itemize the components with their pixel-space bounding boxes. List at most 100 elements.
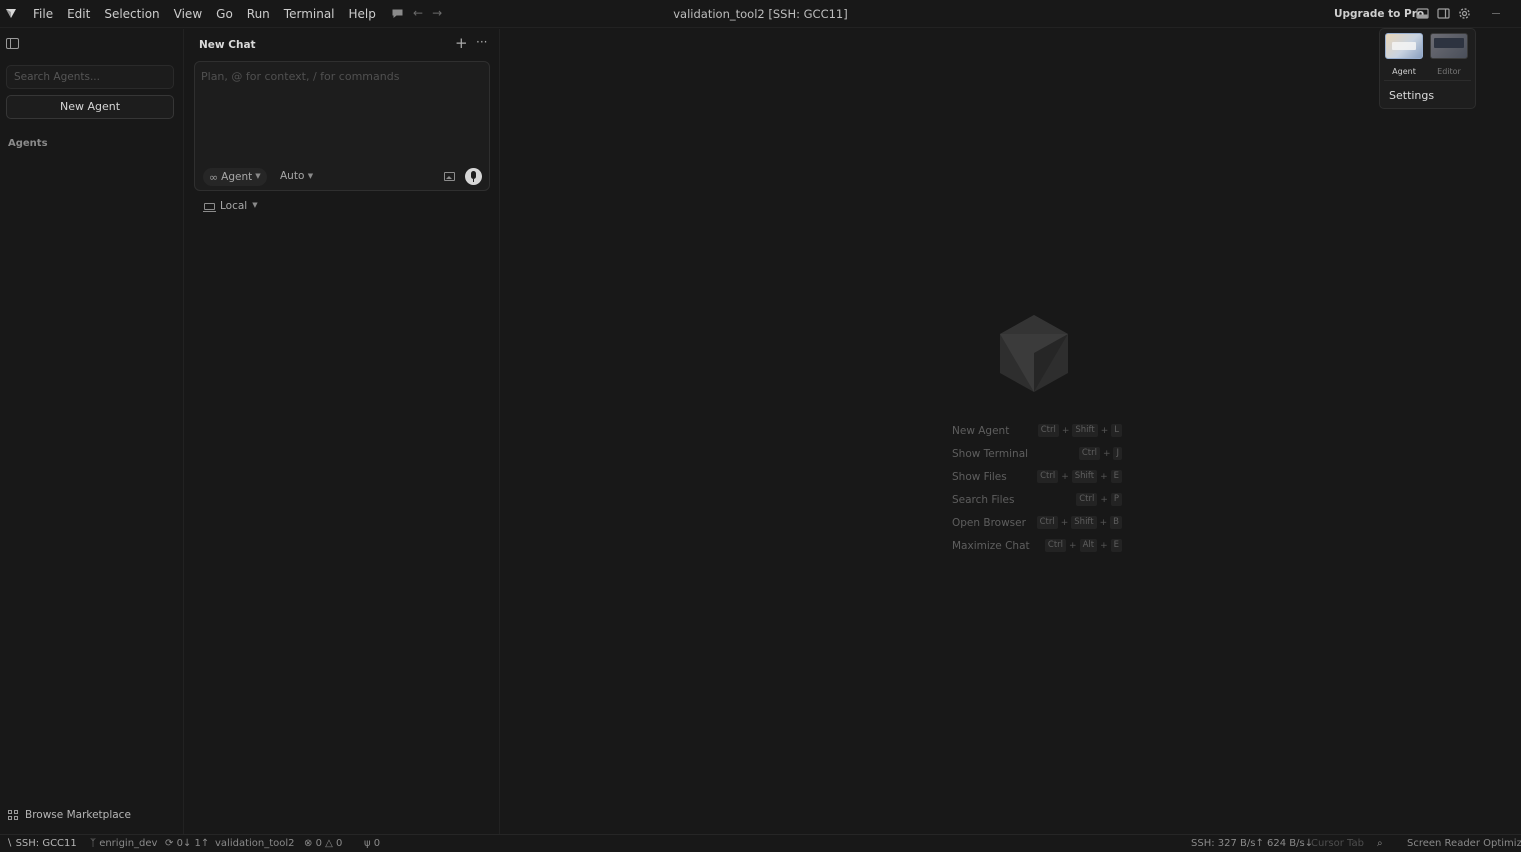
zoom-icon[interactable]: ⌕ xyxy=(1377,835,1383,852)
menu-help[interactable]: Help xyxy=(349,0,376,28)
cursor-logo-icon xyxy=(6,9,16,18)
key-separator: + xyxy=(1102,448,1111,459)
key-cap: E xyxy=(1110,539,1122,552)
more-options-icon[interactable]: ··· xyxy=(476,35,487,49)
shortcut-label: Show Files xyxy=(952,470,1007,483)
menu-bar: File Edit Selection View Go Run Terminal… xyxy=(33,0,390,28)
shortcut-label: Open Browser xyxy=(952,516,1026,529)
key-separator: + xyxy=(1061,471,1069,482)
mode-selector[interactable]: ∞ Agent ▼ xyxy=(203,168,267,186)
settings-gear-icon[interactable] xyxy=(1458,7,1471,20)
editor-layout-label: Editor xyxy=(1437,67,1461,76)
ports-indicator[interactable]: ψ 0 xyxy=(364,835,380,852)
browse-marketplace-label: Browse Marketplace xyxy=(25,809,131,821)
menu-go[interactable]: Go xyxy=(216,0,233,28)
chevron-down-icon: ▼ xyxy=(307,172,314,180)
key-cap: Ctrl xyxy=(1076,493,1098,506)
key-separator: + xyxy=(1099,517,1108,528)
folder-indicator[interactable]: validation_tool2 xyxy=(215,835,295,852)
back-arrow-icon[interactable]: ← xyxy=(413,6,423,20)
key-separator: + xyxy=(1100,471,1108,482)
layout-controls xyxy=(1416,7,1471,20)
branch-indicator[interactable]: ᛉ enrigin_dev xyxy=(90,835,157,852)
key-separator: + xyxy=(1100,540,1108,551)
key-cap: J xyxy=(1113,447,1122,460)
error-icon: ⊗ xyxy=(304,838,313,849)
layout-option-agent[interactable]: Agent xyxy=(1385,33,1423,76)
shortcut-keys: Ctrl + Shift + B xyxy=(1036,516,1122,529)
sidebar-toggle-icon[interactable] xyxy=(6,38,19,49)
microphone-icon[interactable] xyxy=(465,168,482,185)
key-cap: P xyxy=(1110,493,1122,506)
agent-layout-label: Agent xyxy=(1392,67,1416,76)
minimize-window-button[interactable] xyxy=(1492,13,1500,14)
forward-arrow-icon[interactable]: → xyxy=(432,6,442,20)
chat-composer[interactable]: Plan, @ for context, / for commands ∞ Ag… xyxy=(194,61,490,191)
toggle-secondary-sidebar-icon[interactable] xyxy=(1437,7,1450,20)
chat-bubble-icon[interactable] xyxy=(391,7,404,20)
chat-title: New Chat xyxy=(199,39,256,51)
attach-image-icon[interactable] xyxy=(444,172,455,181)
laptop-icon xyxy=(203,202,216,212)
search-agents-input[interactable] xyxy=(6,65,174,89)
chevron-down-icon: ▼ xyxy=(252,201,258,209)
shortcut-keys: Ctrl + Shift + L xyxy=(1037,424,1122,437)
sync-icon: ⟳ xyxy=(165,838,174,849)
problems-indicator[interactable]: ⊗ 0 △ 0 xyxy=(304,835,342,852)
key-cap: Shift xyxy=(1072,424,1098,437)
shortcut-row: Show Terminal Ctrl + J xyxy=(952,442,1122,465)
broadcast-icon: ψ xyxy=(364,838,371,849)
toggle-panel-icon[interactable] xyxy=(1416,7,1429,20)
menu-file[interactable]: File xyxy=(33,0,53,28)
key-cap: Ctrl xyxy=(1037,424,1059,437)
branch-label: enrigin_dev xyxy=(99,838,158,849)
remote-icon: ∖ xyxy=(6,838,13,849)
agents-sidebar: New Agent Agents Browse Marketplace xyxy=(0,29,184,834)
shortcut-label: New Agent xyxy=(952,424,1010,437)
menu-edit[interactable]: Edit xyxy=(67,0,90,28)
shortcut-keys: Ctrl + P xyxy=(1076,493,1122,506)
key-cap: Alt xyxy=(1079,539,1098,552)
cursor-tab-indicator[interactable]: Cursor Tab xyxy=(1311,835,1364,852)
menu-terminal[interactable]: Terminal xyxy=(284,0,335,28)
browse-marketplace-button[interactable]: Browse Marketplace xyxy=(8,809,131,821)
agent-layout-thumbnail xyxy=(1385,33,1423,59)
menu-view[interactable]: View xyxy=(174,0,202,28)
shortcut-label: Search Files xyxy=(952,493,1015,506)
new-chat-plus-icon[interactable]: + xyxy=(455,35,468,51)
warning-icon: △ xyxy=(325,838,333,849)
sync-label: 0↓ 1↑ xyxy=(176,838,210,849)
marketplace-grid-icon xyxy=(8,809,19,821)
editor-area: New Agent Ctrl + Shift + L Show Terminal C… xyxy=(501,29,1521,834)
key-cap: Ctrl xyxy=(1036,516,1058,529)
infinity-icon: ∞ xyxy=(209,170,219,184)
environment-selector[interactable]: Local ▼ xyxy=(203,200,258,212)
shortcut-row: Show Files Ctrl + Shift + E xyxy=(952,465,1122,488)
shortcut-label: Maximize Chat xyxy=(952,539,1030,552)
menu-selection[interactable]: Selection xyxy=(104,0,159,28)
upgrade-to-pro-button[interactable]: Upgrade to Pro xyxy=(1334,0,1424,28)
shortcut-row: Open Browser Ctrl + Shift + B xyxy=(952,511,1122,534)
remote-indicator[interactable]: ∖ SSH: GCC11 xyxy=(6,835,77,852)
shortcut-row: Search Files Ctrl + P xyxy=(952,488,1122,511)
popover-divider xyxy=(1384,80,1471,81)
new-agent-button[interactable]: New Agent xyxy=(6,95,174,119)
key-cap: Shift xyxy=(1071,470,1098,483)
ssh-traffic: SSH: 327 B/s↑ 624 B/s↓ xyxy=(1191,838,1314,849)
window-title: validation_tool2 [SSH: GCC11] xyxy=(673,7,848,21)
sync-indicator[interactable]: ⟳ 0↓ 1↑ xyxy=(165,835,209,852)
git-branch-icon: ᛉ xyxy=(90,838,96,849)
model-selector[interactable]: Auto ▼ xyxy=(280,170,313,182)
menu-run[interactable]: Run xyxy=(247,0,270,28)
screen-reader-indicator[interactable]: Screen Reader Optimized xyxy=(1407,835,1521,852)
cursor-cube-logo-icon xyxy=(1000,315,1068,392)
chat-input[interactable]: Plan, @ for context, / for commands xyxy=(201,70,399,83)
settings-menu-item[interactable]: Settings xyxy=(1389,89,1434,102)
title-bar: File Edit Selection View Go Run Terminal… xyxy=(0,0,1521,28)
warning-count: 0 xyxy=(336,838,343,849)
key-cap: L xyxy=(1111,424,1122,437)
layout-option-editor[interactable]: Editor xyxy=(1430,33,1468,76)
chat-panel: New Chat + ··· Plan, @ for context, / fo… xyxy=(185,29,500,834)
remote-label: SSH: GCC11 xyxy=(15,838,77,849)
ports-count: 0 xyxy=(373,838,381,849)
